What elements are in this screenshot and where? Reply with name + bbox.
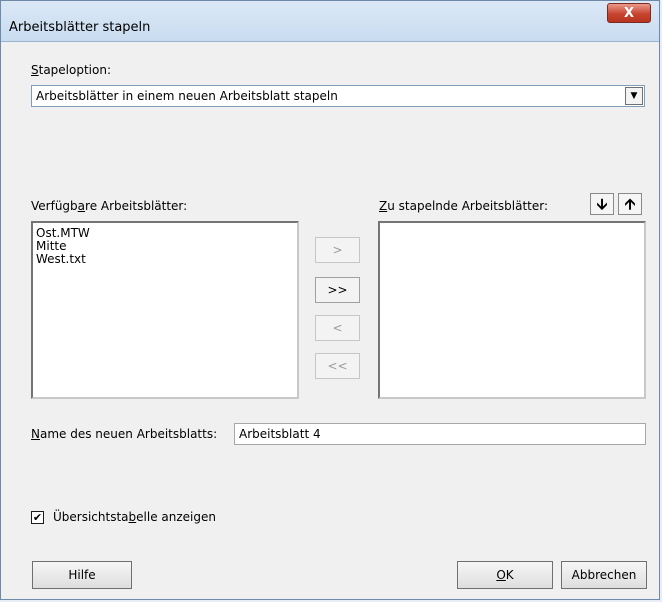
title-bar[interactable]: Arbeitsblätter stapeln X <box>1 1 659 42</box>
move-down-button[interactable]: 🡫 <box>590 193 614 215</box>
available-sheets-list[interactable]: Ost.MTW Mitte West.txt <box>31 221 299 399</box>
to-stack-label: Zu stapelnde Arbeitsblätter: <box>379 199 549 213</box>
new-sheet-name-label: Name des neuen Arbeitsblatts: <box>31 427 218 441</box>
remove-selected-button[interactable]: < <box>315 315 360 341</box>
close-icon: X <box>623 6 635 21</box>
arrow-down-icon: 🡫 <box>596 195 608 213</box>
help-button[interactable]: Hilfe <box>32 561 132 589</box>
stack-option-label: Stapeloption: <box>31 63 112 77</box>
new-sheet-name-input[interactable] <box>239 427 639 441</box>
add-selected-button[interactable]: > <box>315 237 360 263</box>
list-item[interactable]: Ost.MTW <box>33 227 297 240</box>
arrow-up-icon: 🡩 <box>624 195 636 213</box>
list-item[interactable]: West.txt <box>33 253 297 266</box>
chevron-down-icon[interactable]: ▼ <box>625 87 643 105</box>
stack-option-select[interactable]: Arbeitsblätter in einem neuen Arbeitsbla… <box>31 85 645 107</box>
cancel-button[interactable]: Abbrechen <box>561 561 647 589</box>
summary-table-checkbox[interactable]: ✔ <box>31 511 44 524</box>
remove-all-button[interactable]: << <box>315 353 360 379</box>
new-sheet-name-field[interactable] <box>234 423 646 445</box>
available-sheets-label: Verfügbare Arbeitsblätter: <box>31 199 188 213</box>
window-title: Arbeitsblätter stapeln <box>9 20 151 35</box>
move-up-button[interactable]: 🡩 <box>618 193 642 215</box>
stack-option-value: Arbeitsblätter in einem neuen Arbeitsbla… <box>36 89 338 103</box>
add-all-button[interactable]: >> <box>315 277 360 303</box>
close-button[interactable]: X <box>607 3 651 23</box>
to-stack-list[interactable] <box>378 221 646 399</box>
ok-button[interactable]: OK <box>457 561 553 589</box>
summary-table-label[interactable]: Übersichtstabelle anzeigen <box>53 510 216 524</box>
dialog-window: Arbeitsblätter stapeln X Stapeloption: A… <box>0 0 660 600</box>
